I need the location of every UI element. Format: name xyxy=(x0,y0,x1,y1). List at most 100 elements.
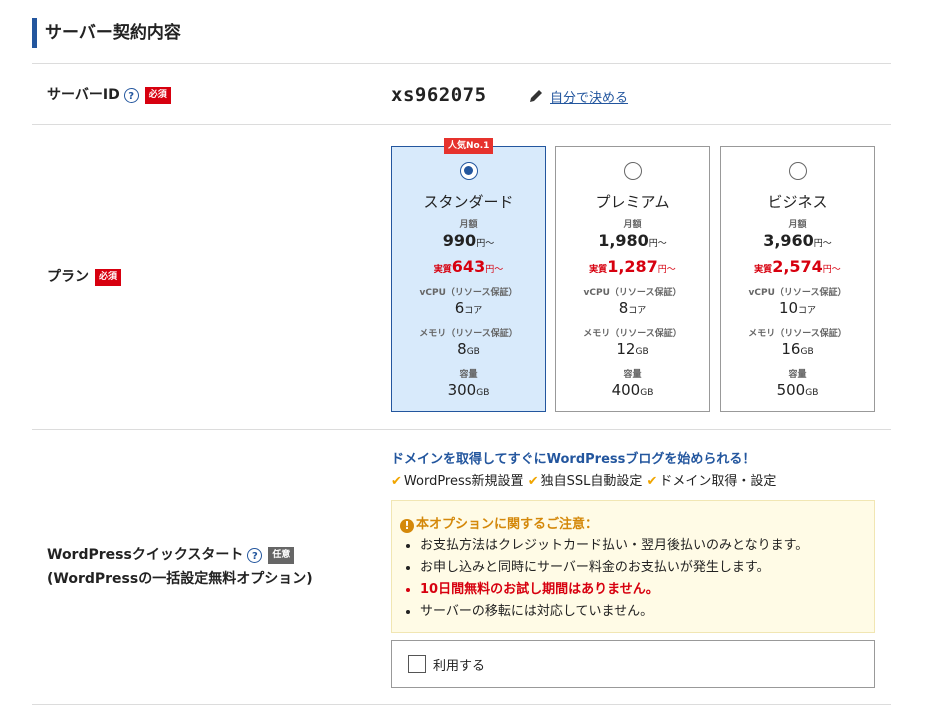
disk-value: 400GB xyxy=(556,381,709,399)
disk-unit: GB xyxy=(805,388,819,398)
real-label: 実質 xyxy=(433,265,452,275)
warning-icon: ! xyxy=(400,519,414,533)
help-icon[interactable]: ? xyxy=(247,547,263,563)
server-id-value: xs962075 xyxy=(391,84,487,106)
use-option-box[interactable]: 利用する xyxy=(391,640,875,688)
memory-label: メモリ（リソース保証） xyxy=(583,329,682,339)
disk-value: 500GB xyxy=(721,381,874,399)
section-title-bar xyxy=(32,18,37,48)
notice-item: サーバーの移転には対応していません。 xyxy=(420,601,808,623)
disk-label: 容量 xyxy=(788,370,807,380)
plan-name: ビジネス xyxy=(767,193,828,211)
disk-unit: GB xyxy=(640,388,654,398)
wordpress-label: WordPressクイックスタート xyxy=(47,547,244,563)
plan-price: 3,960円〜 xyxy=(721,231,874,250)
vcpu-unit: コア xyxy=(798,306,817,316)
price-value: 1,980 xyxy=(598,231,649,250)
plan-price: 1,980円〜 xyxy=(556,231,709,250)
disk-number: 500 xyxy=(776,381,806,399)
plan-card[interactable]: ビジネス 月額 3,960円〜 実質2,574円〜 vCPU（リソース保証） 10コア メモ… xyxy=(720,146,875,412)
real-label: 実質 xyxy=(589,265,608,275)
wordpress-features: ✔ WordPress新規設置 ✔ 独自SSL自動設定 ✔ ドメイン取得・設定 xyxy=(391,470,776,489)
memory-number: 12 xyxy=(616,340,636,358)
memory-unit: GB xyxy=(800,347,814,357)
real-price-value: 1,287 xyxy=(607,257,658,276)
server-id-label-row: サーバーID? 必須 xyxy=(47,85,171,105)
notice-item-important: 10日間無料のお試し期間はありません。 xyxy=(420,579,808,601)
memory-label: メモリ（リソース保証） xyxy=(748,329,847,339)
vcpu-number: 8 xyxy=(618,299,629,317)
plan-real-price: 実質1,287円〜 xyxy=(556,257,709,276)
optional-badge: 任意 xyxy=(268,546,295,564)
real-price-unit: 円〜 xyxy=(485,265,504,275)
plan-radio[interactable] xyxy=(789,162,807,180)
memory-number: 16 xyxy=(781,340,801,358)
memory-value: 16GB xyxy=(721,340,874,358)
monthly-label: 月額 xyxy=(788,220,807,230)
feature-item: 独自SSL自動設定 xyxy=(540,474,643,489)
divider xyxy=(32,429,891,430)
notice-list: お支払方法はクレジットカード払い・翌月後払いのみとなります。 お申し込みと同時に… xyxy=(404,535,808,623)
plan-name: プレミアム xyxy=(595,193,670,211)
required-badge: 必須 xyxy=(144,86,171,104)
wordpress-sublabel: (WordPressの一括設定無料オプション) xyxy=(47,571,313,587)
plan-card[interactable]: 人気No.1 スタンダード 月額 990円〜 実質643円〜 vCPU（リソース保証） 6コ… xyxy=(391,138,546,412)
wordpress-label-row: WordPressクイックスタート? 任意 xyxy=(47,545,295,565)
vcpu-value: 8コア xyxy=(556,299,709,317)
disk-label: 容量 xyxy=(623,370,642,380)
memory-unit: GB xyxy=(635,347,649,357)
vcpu-unit: コア xyxy=(464,306,483,316)
notice-title-row: ! 本オプションに関するご注意： xyxy=(400,513,598,533)
vcpu-number: 10 xyxy=(778,299,799,317)
plan-radio[interactable] xyxy=(624,162,642,180)
plan-label-row: プラン 必須 xyxy=(47,267,122,287)
pencil-icon[interactable] xyxy=(528,88,544,104)
price-unit: 円〜 xyxy=(648,239,667,249)
real-label: 実質 xyxy=(754,265,773,275)
memory-unit: GB xyxy=(466,347,480,357)
price-unit: 円〜 xyxy=(476,239,495,249)
real-price-unit: 円〜 xyxy=(822,265,841,275)
divider xyxy=(32,124,891,125)
use-checkbox[interactable] xyxy=(408,655,426,673)
disk-value: 300GB xyxy=(392,381,545,399)
notice-title: 本オプションに関するご注意： xyxy=(416,517,599,532)
divider xyxy=(32,63,891,64)
disk-number: 400 xyxy=(611,381,641,399)
popular-badge: 人気No.1 xyxy=(444,138,494,154)
price-value: 990 xyxy=(442,231,477,250)
disk-label: 容量 xyxy=(459,370,478,380)
real-price-value: 2,574 xyxy=(772,257,823,276)
plan-real-price: 実質643円〜 xyxy=(392,257,545,276)
required-badge: 必須 xyxy=(95,268,122,286)
real-price-value: 643 xyxy=(451,257,486,276)
check-icon: ✔ xyxy=(646,474,658,489)
feature-item: WordPress新規設置 xyxy=(403,474,524,489)
price-unit: 円〜 xyxy=(813,239,832,249)
vcpu-label: vCPU（リソース保証） xyxy=(419,288,518,298)
disk-number: 300 xyxy=(447,381,477,399)
memory-label: メモリ（リソース保証） xyxy=(419,329,518,339)
plan-name: スタンダード xyxy=(423,193,514,211)
radio-selected-dot xyxy=(464,166,473,175)
memory-value: 8GB xyxy=(392,340,545,358)
monthly-label: 月額 xyxy=(623,220,642,230)
check-icon: ✔ xyxy=(391,474,402,489)
plan-label: プラン xyxy=(47,269,89,285)
help-icon[interactable]: ? xyxy=(123,87,139,103)
notice-box: !本オプションに関するご注意： お支払方法はクレジットカード払い・翌月後払いのみ… xyxy=(391,500,875,633)
plan-card[interactable]: プレミアム 月額 1,980円〜 実質1,287円〜 vCPU（リソース保証） 8コア メモ… xyxy=(555,146,710,412)
memory-number: 8 xyxy=(457,340,467,358)
vcpu-value: 6コア xyxy=(392,299,545,317)
plan-price: 990円〜 xyxy=(392,231,545,250)
feature-item: ドメイン取得・設定 xyxy=(659,474,777,489)
section-title: サーバー契約内容 xyxy=(45,23,181,43)
vcpu-number: 6 xyxy=(454,299,465,317)
plan-radio[interactable] xyxy=(460,162,478,180)
use-checkbox-label[interactable]: 利用する xyxy=(433,655,485,674)
price-value: 3,960 xyxy=(763,231,814,250)
divider xyxy=(32,704,891,705)
vcpu-label: vCPU（リソース保証） xyxy=(748,288,847,298)
choose-id-link[interactable]: 自分で決める xyxy=(550,87,628,106)
vcpu-unit: コア xyxy=(628,306,647,316)
